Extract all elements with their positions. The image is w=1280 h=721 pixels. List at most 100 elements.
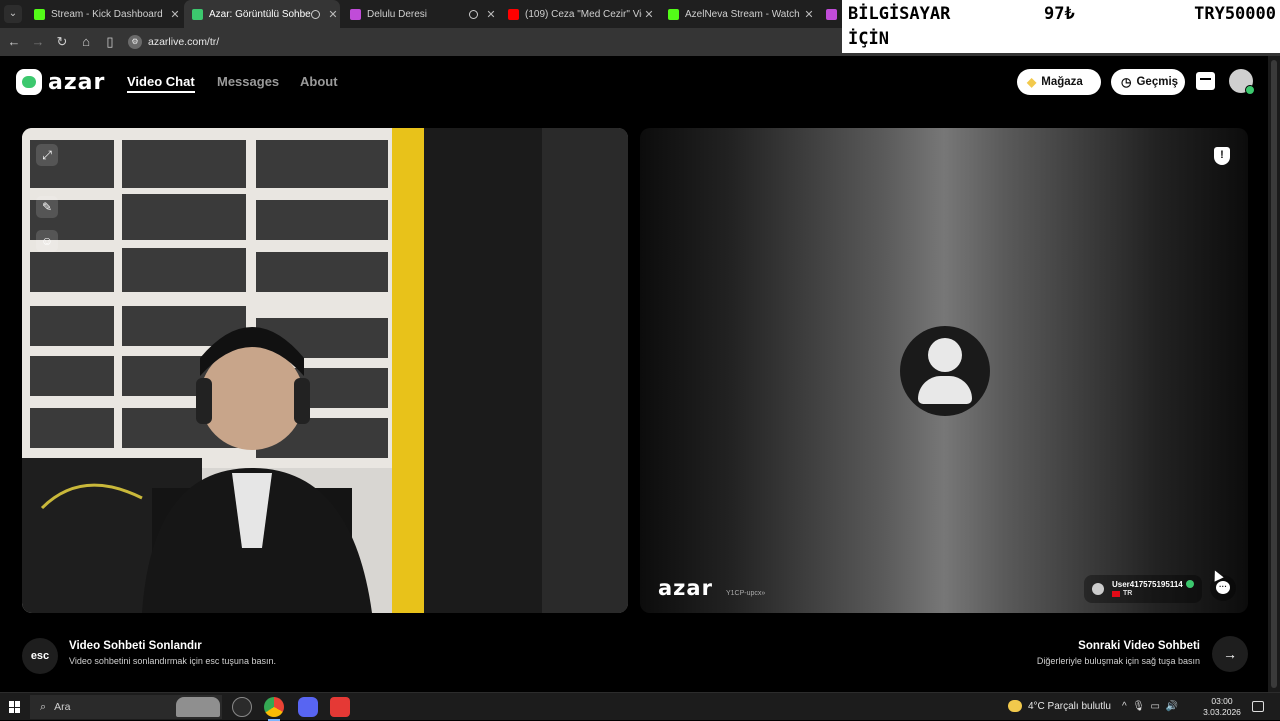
tab-azelneva-stream[interactable]: AzelNeva Stream - Watch L ✕: [660, 0, 816, 28]
peer-avatar-placeholder: [900, 326, 990, 416]
azar-logo-icon: [16, 69, 42, 95]
next-chat-hint: Diğerleriyle buluşmak için sağ tuşa bası…: [1036, 656, 1200, 666]
reload-icon[interactable]: ↻: [54, 34, 70, 50]
verified-badge-icon: [1186, 580, 1194, 588]
page-scrollbar[interactable]: [1268, 56, 1280, 692]
peer-user-avatar: [1092, 583, 1104, 595]
turkey-flag-icon: [1112, 591, 1120, 597]
youtube-icon: [508, 8, 519, 20]
tab-azar[interactable]: Azar: Görüntülü Sohbet & Y ✕: [184, 0, 340, 28]
app-icon: [826, 8, 837, 20]
azar-watermark: azar: [658, 576, 713, 600]
system-tray[interactable]: ^ 🎙 ▭ 🔊: [1122, 701, 1178, 712]
tab-title: Delulu Deresi: [367, 8, 428, 20]
avatar-body: [918, 376, 972, 404]
media-app-icon[interactable]: [330, 697, 350, 717]
tab-youtube-video[interactable]: (109) Ceza "Med Cezir" Videokl ✕: [500, 0, 656, 28]
taskbar-clock[interactable]: 03:00 3.03.2026: [1200, 696, 1244, 718]
stream-overlay-banner: BİLGİSAYAR 97₺ TRY50000 İÇİN: [842, 0, 1280, 53]
inbox-icon[interactable]: [1196, 72, 1215, 90]
chat-bubble-icon: ···: [1216, 581, 1230, 594]
camera-feed-image: [22, 128, 628, 613]
discord-icon[interactable]: [298, 697, 318, 717]
search-icon: ⌕: [40, 700, 47, 713]
tab-title: Azar: Görüntülü Sohbet & Y: [209, 8, 311, 20]
tab-title: AzelNeva Stream - Watch L: [685, 8, 802, 20]
search-placeholder: Ara: [54, 701, 71, 713]
avatar-head: [928, 338, 962, 372]
online-status-dot: [1245, 85, 1255, 95]
azar-logo[interactable]: azar: [16, 69, 105, 95]
app-icon: [350, 8, 361, 20]
report-shield-icon[interactable]: !: [1214, 147, 1230, 165]
partly-cloudy-icon: [1008, 700, 1022, 712]
close-icon[interactable]: ✕: [326, 8, 340, 21]
network-icon[interactable]: ▭: [1151, 701, 1160, 712]
tab-title: Stream - Kick Dashboard: [51, 8, 163, 20]
tab-overflow[interactable]: [818, 0, 842, 28]
face-filter-icon[interactable]: ☺: [36, 230, 58, 252]
overlay-amount: TRY50000: [1194, 4, 1276, 24]
magic-wand-icon[interactable]: ✎: [36, 196, 58, 218]
close-icon[interactable]: ✕: [802, 8, 816, 21]
chevron-up-icon[interactable]: ^: [1122, 701, 1127, 712]
obs-icon[interactable]: [232, 697, 252, 717]
overlay-price: 97₺: [1044, 4, 1075, 24]
next-chat-arrow-button[interactable]: →: [1212, 636, 1248, 672]
close-icon[interactable]: ✕: [168, 8, 182, 21]
expand-icon[interactable]: ⤢: [36, 144, 58, 166]
site-info-icon[interactable]: ⚙: [128, 35, 142, 49]
azar-icon: [192, 8, 203, 20]
next-chat-title: Sonraki Video Sohbeti: [1078, 640, 1200, 652]
logo-text: azar: [48, 69, 106, 95]
notification-icon[interactable]: [1252, 701, 1264, 712]
recording-icon: [311, 9, 320, 19]
close-icon[interactable]: ✕: [642, 8, 656, 21]
close-icon[interactable]: ✕: [484, 8, 498, 21]
overlay-line-1: BİLGİSAYAR: [848, 4, 951, 24]
recording-icon: [469, 9, 478, 19]
peer-video-view: ! azar Y1CP-upcx» User417575195114 TR ··…: [640, 128, 1248, 613]
tab-kick-dashboard[interactable]: Stream - Kick Dashboard ✕: [26, 0, 182, 28]
back-icon[interactable]: ←: [6, 34, 22, 50]
profile-avatar[interactable]: [1229, 69, 1255, 95]
end-chat-hint: Video sohbetini sonlandırmak için esc tu…: [69, 656, 276, 666]
url-field[interactable]: ⚙ azarlive.com/tr/: [128, 32, 828, 52]
kick-icon: [34, 8, 45, 20]
clock-time: 03:00: [1211, 696, 1233, 706]
watermark-code: Y1CP-upcx»: [726, 590, 766, 597]
tab-delulu-deresi[interactable]: Delulu Deresi ✕: [342, 0, 498, 28]
weather-text: 4°C Parçalı bulutlu: [1028, 700, 1111, 712]
windows-start-icon[interactable]: [9, 701, 21, 713]
microphone-icon[interactable]: 🎙: [1132, 701, 1145, 712]
tab-title: (109) Ceza "Med Cezir" Videokl: [525, 8, 642, 20]
kick-icon: [668, 8, 679, 20]
weather-widget[interactable]: 4°C Parçalı bulutlu: [1008, 700, 1111, 712]
clock-icon: ◷: [1121, 75, 1132, 89]
history-label: Geçmiş: [1136, 76, 1179, 88]
peer-country-code: TR: [1123, 590, 1133, 597]
forward-icon[interactable]: →: [30, 34, 46, 50]
azar-app: azar Video Chat Messages About ◆ Mağaza …: [0, 56, 1268, 692]
url-text: azarlive.com/tr/: [148, 36, 220, 48]
nav-messages[interactable]: Messages: [217, 74, 279, 89]
nav-video-chat[interactable]: Video Chat: [127, 74, 195, 93]
search-highlight-image[interactable]: [176, 697, 220, 717]
end-chat-title: Video Sohbeti Sonlandır: [69, 640, 202, 652]
volume-icon[interactable]: 🔊: [1166, 701, 1178, 712]
tab-search-button[interactable]: ⌄: [4, 5, 22, 23]
history-button[interactable]: ◷ Geçmiş: [1111, 69, 1185, 95]
end-chat-esc-button[interactable]: esc: [22, 638, 58, 674]
store-button[interactable]: ◆ Mağaza: [1017, 69, 1101, 95]
chrome-icon[interactable]: [264, 697, 284, 721]
overlay-line-2: İÇİN: [848, 29, 889, 49]
store-label: Mağaza: [1041, 76, 1083, 88]
nav-about[interactable]: About: [300, 74, 338, 89]
scrollbar-thumb[interactable]: [1271, 60, 1277, 688]
clock-date: 3.03.2026: [1203, 707, 1241, 717]
home-icon[interactable]: ⌂: [78, 34, 94, 50]
peer-user-chip[interactable]: User417575195114 TR: [1084, 575, 1202, 603]
gem-icon: ◆: [1027, 75, 1037, 89]
peer-username: User417575195114: [1112, 580, 1183, 589]
split-view-icon[interactable]: ▯: [102, 34, 118, 50]
